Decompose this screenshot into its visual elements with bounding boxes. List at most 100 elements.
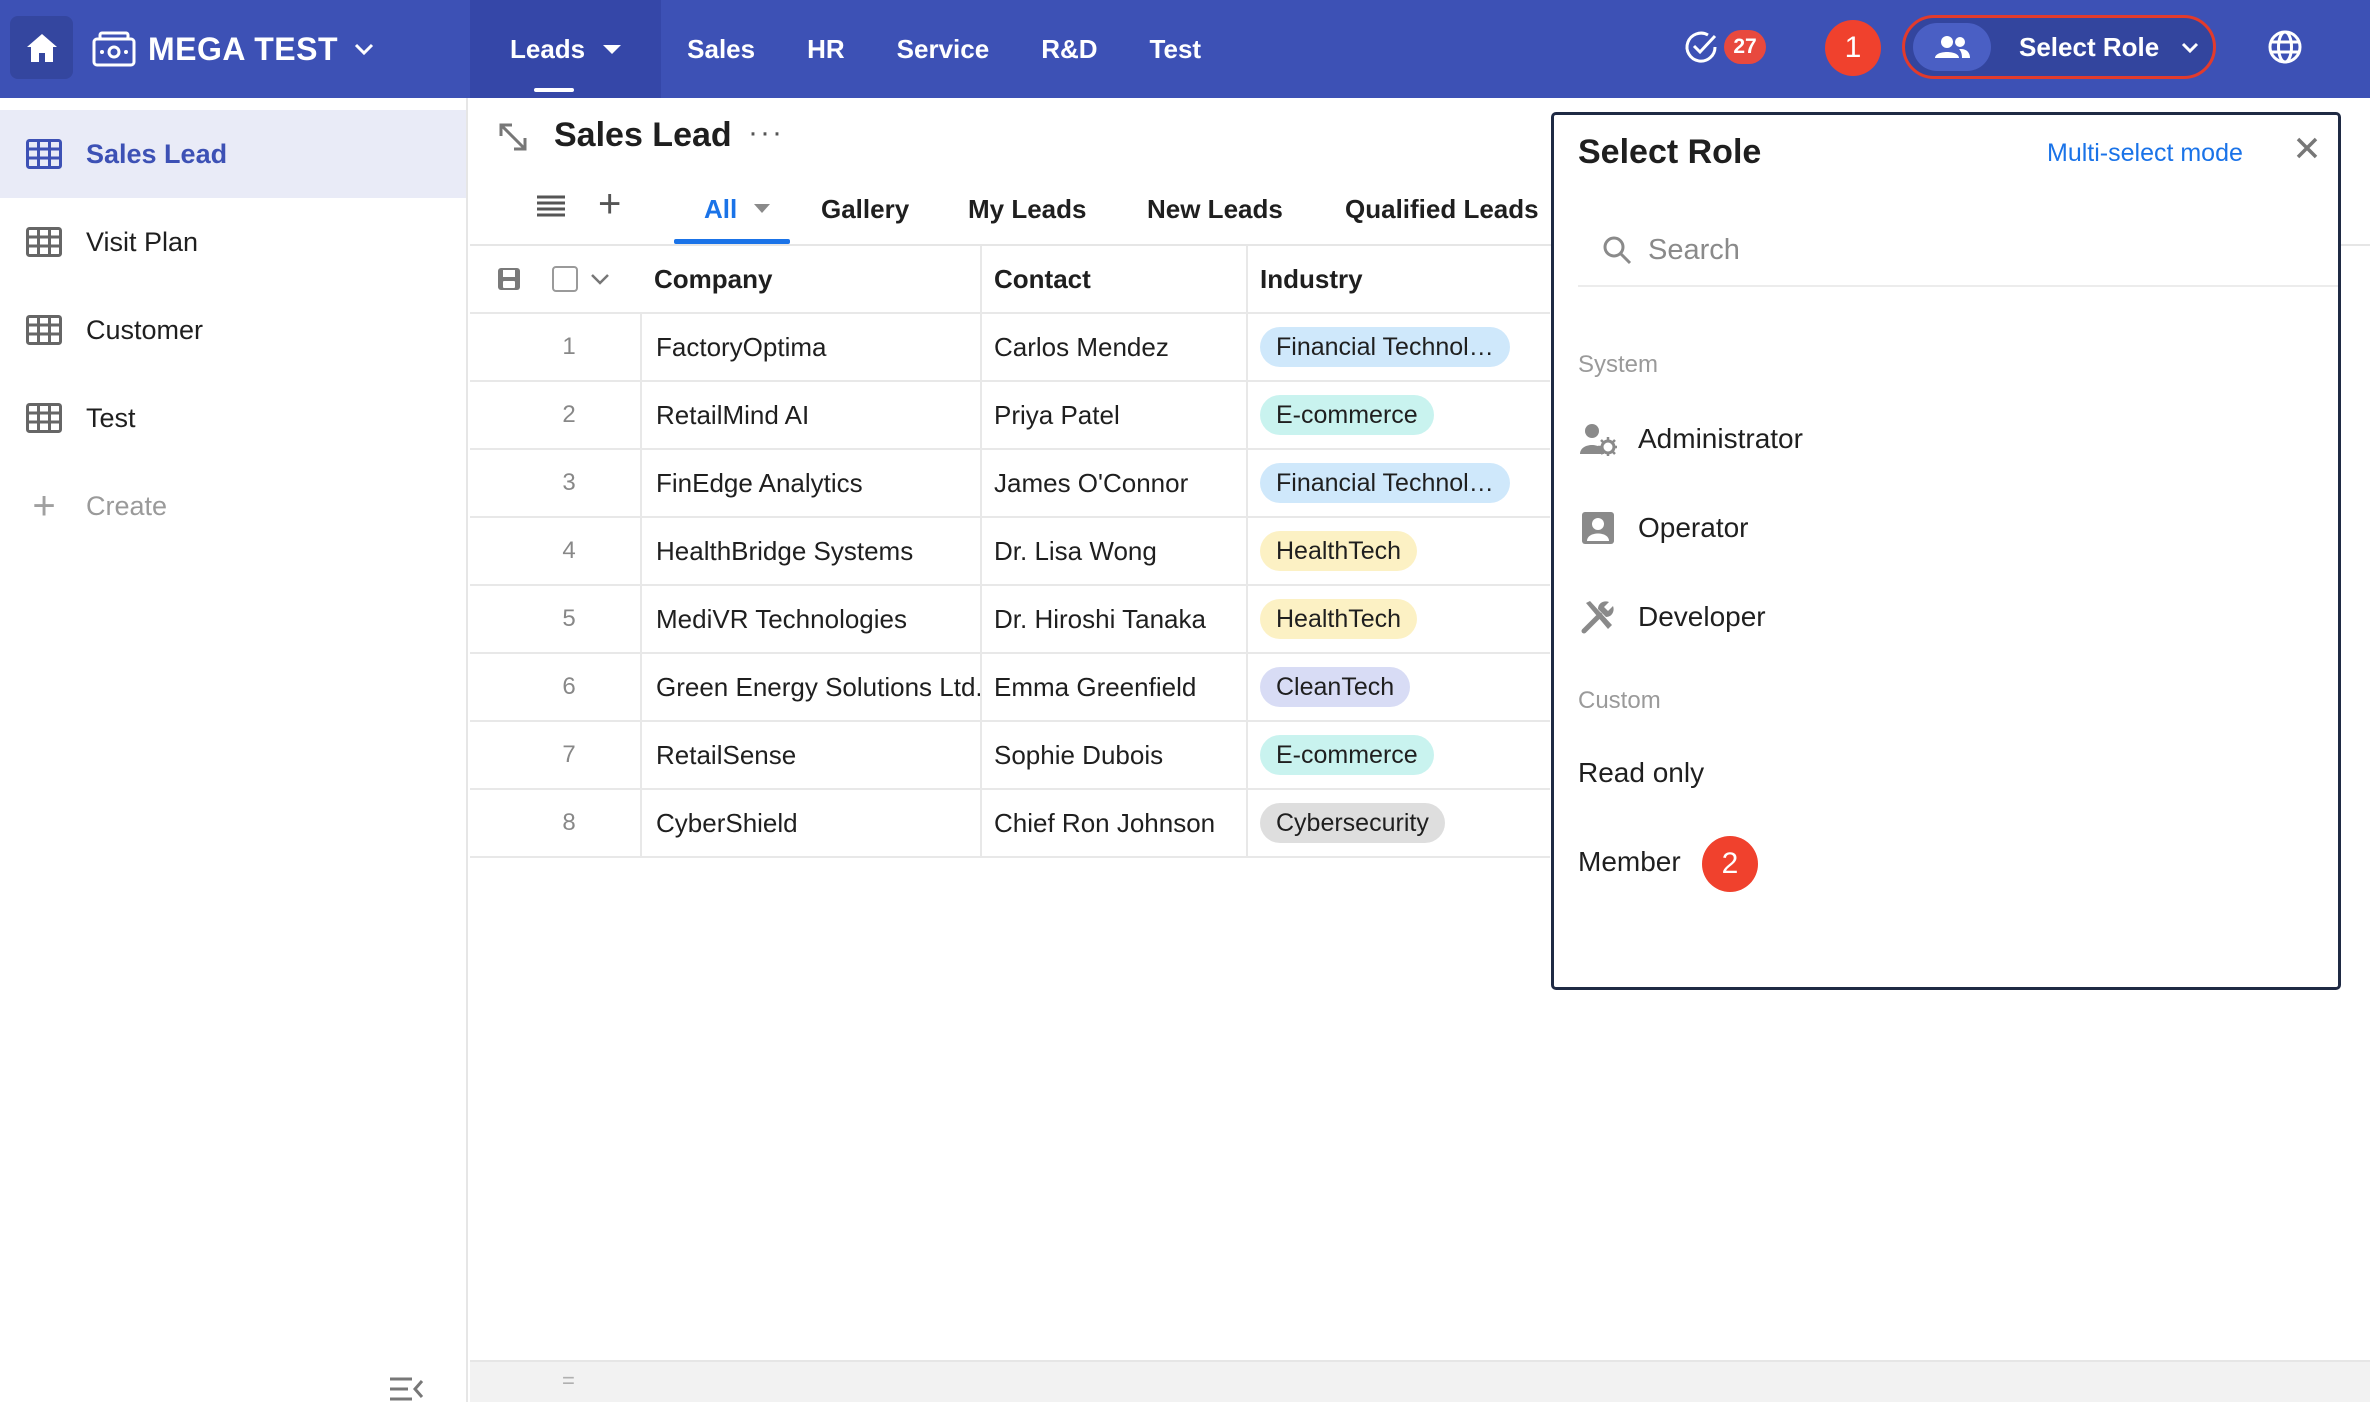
role-option-administrator[interactable]: Administrator	[1578, 409, 1803, 469]
tasks-button[interactable]: 27	[1682, 28, 1766, 66]
cell-industry[interactable]: Financial Technol…	[1246, 314, 1550, 380]
role-option-developer[interactable]: Developer	[1578, 587, 1766, 647]
step-marker: 1	[1825, 20, 1881, 76]
role-option-operator[interactable]: Operator	[1578, 498, 1749, 558]
cell-industry[interactable]: Financial Technol…	[1246, 450, 1550, 516]
cell-industry[interactable]: HealthTech	[1246, 586, 1550, 652]
cell-company[interactable]: RetailMind AI	[640, 382, 980, 448]
cell-industry[interactable]: E-commerce	[1246, 382, 1550, 448]
view-tab-my-leads[interactable]: My Leads	[968, 194, 1087, 225]
row-number: 1	[562, 333, 576, 360]
cell-company[interactable]: HealthBridge Systems	[640, 518, 980, 584]
table-row[interactable]: 3 FinEdge Analytics James O'Connor Financia…	[470, 450, 1550, 518]
industry-tag: HealthTech	[1260, 599, 1418, 639]
app-switcher[interactable]: MEGA TEST	[92, 22, 374, 76]
row-number: 3	[562, 469, 576, 496]
nav-tab-service[interactable]: Service	[871, 0, 1016, 98]
cell-contact[interactable]: Carlos Mendez	[980, 314, 1246, 380]
nav-tab-label: HR	[807, 33, 845, 64]
cell-company[interactable]: FinEdge Analytics	[640, 450, 980, 516]
cell-contact[interactable]: Chief Ron Johnson	[980, 790, 1246, 856]
globe-icon[interactable]	[2266, 28, 2304, 66]
column-header-industry[interactable]: Industry	[1246, 246, 1550, 312]
view-tab-all[interactable]: All	[704, 194, 737, 225]
cell-contact[interactable]: Dr. Lisa Wong	[980, 518, 1246, 584]
collapse-sidebar-icon[interactable]	[388, 1376, 424, 1402]
sidebar-item-sales-lead[interactable]: Sales Lead	[0, 110, 466, 198]
role-option-read-only[interactable]: Read only	[1578, 743, 1704, 803]
cell-company[interactable]: CyberShield	[640, 790, 980, 856]
active-tab-indicator	[674, 239, 790, 244]
table-row[interactable]: 2 RetailMind AI Priya Patel E-commerce	[470, 382, 1550, 450]
nav-tab-rd[interactable]: R&D	[1015, 0, 1123, 98]
table-row[interactable]: 5 MediVR Technologies Dr. Hiroshi Tanaka He…	[470, 586, 1550, 654]
list-menu-icon[interactable]	[536, 194, 566, 218]
select-role-button[interactable]: Select Role	[1902, 15, 2216, 79]
cell-contact[interactable]: Dr. Hiroshi Tanaka	[980, 586, 1246, 652]
cell-contact[interactable]: Sophie Dubois	[980, 722, 1246, 788]
table-icon	[26, 139, 62, 169]
cell-company[interactable]: FactoryOptima	[640, 314, 980, 380]
row-tools	[496, 266, 610, 292]
cell-company[interactable]: MediVR Technologies	[640, 586, 980, 652]
save-icon[interactable]	[496, 266, 522, 292]
role-search-input[interactable]	[1648, 233, 2248, 267]
table-icon	[26, 403, 62, 433]
step-marker: 2	[1702, 836, 1758, 892]
more-options-button[interactable]: ···	[748, 116, 784, 150]
table-body: 1 FactoryOptima Carlos Mendez Financial Tec…	[470, 314, 1550, 858]
chevron-down-icon[interactable]	[590, 273, 610, 285]
search-icon	[1603, 236, 1632, 265]
table-row[interactable]: 4 HealthBridge Systems Dr. Lisa Wong Health…	[470, 518, 1550, 586]
view-tab-qualified-leads[interactable]: Qualified Leads	[1345, 194, 1539, 225]
top-nav: Leads Sales HR Service R&D Test	[470, 0, 1227, 98]
sidebar-item-label: Customer	[86, 314, 204, 345]
chevron-down-icon	[2182, 42, 2199, 53]
caret-down-icon[interactable]	[754, 204, 770, 213]
row-number: 6	[562, 673, 576, 700]
add-view-button[interactable]: +	[598, 182, 621, 227]
industry-tag: HealthTech	[1260, 531, 1418, 571]
role-label: Administrator	[1638, 423, 1803, 454]
expand-icon[interactable]	[498, 122, 528, 152]
table-row[interactable]: 8 CyberShield Chief Ron Johnson Cybersecuri…	[470, 790, 1550, 858]
close-icon[interactable]	[2294, 135, 2320, 161]
cell-industry[interactable]: HealthTech	[1246, 518, 1550, 584]
multi-select-mode-link[interactable]: Multi-select mode	[2047, 139, 2243, 168]
role-label: Member	[1578, 846, 1681, 877]
cell-industry[interactable]: Cybersecurity	[1246, 790, 1550, 856]
sidebar-item-visit-plan[interactable]: Visit Plan	[0, 198, 466, 286]
home-button[interactable]	[10, 16, 73, 79]
nav-tab-leads[interactable]: Leads	[470, 0, 662, 98]
cell-industry[interactable]: CleanTech	[1246, 654, 1550, 720]
top-bar: MEGA TEST Leads Sales HR Service R&D Tes…	[0, 0, 2370, 98]
users-icon	[1913, 23, 1991, 71]
column-header-contact[interactable]: Contact	[980, 246, 1246, 312]
cell-industry[interactable]: E-commerce	[1246, 722, 1550, 788]
row-number: 8	[562, 809, 576, 836]
view-tab-new-leads[interactable]: New Leads	[1147, 194, 1283, 225]
column-header-company[interactable]: Company	[640, 246, 980, 312]
nav-tab-hr[interactable]: HR	[781, 0, 871, 98]
nav-tab-test[interactable]: Test	[1124, 0, 1228, 98]
table-row[interactable]: 6 Green Energy Solutions Ltd. Emma Greenfi…	[470, 654, 1550, 722]
select-all-checkbox[interactable]	[552, 266, 578, 292]
role-option-member[interactable]: Member	[1578, 832, 1681, 892]
sidebar-create-button[interactable]: + Create	[0, 462, 466, 550]
cell-company[interactable]: Green Energy Solutions Ltd.	[640, 654, 980, 720]
cell-contact[interactable]: James O'Connor	[980, 450, 1246, 516]
nav-tab-sales[interactable]: Sales	[661, 0, 781, 98]
cell-company[interactable]: RetailSense	[640, 722, 980, 788]
industry-tag: Cybersecurity	[1260, 803, 1445, 843]
table-row[interactable]: 1 FactoryOptima Carlos Mendez Financial Tec…	[470, 314, 1550, 382]
resize-handle-icon[interactable]: =	[562, 1368, 575, 1394]
sidebar-item-customer[interactable]: Customer	[0, 286, 466, 374]
sidebar-create-label: Create	[86, 490, 168, 521]
nav-tab-label: Test	[1149, 33, 1202, 64]
cell-contact[interactable]: Priya Patel	[980, 382, 1246, 448]
table-row[interactable]: 7 RetailSense Sophie Dubois E-commerce	[470, 722, 1550, 790]
cell-contact[interactable]: Emma Greenfield	[980, 654, 1246, 720]
view-tab-gallery[interactable]: Gallery	[821, 194, 909, 225]
sidebar-item-test[interactable]: Test	[0, 374, 466, 462]
operator-badge-icon	[1578, 511, 1618, 545]
